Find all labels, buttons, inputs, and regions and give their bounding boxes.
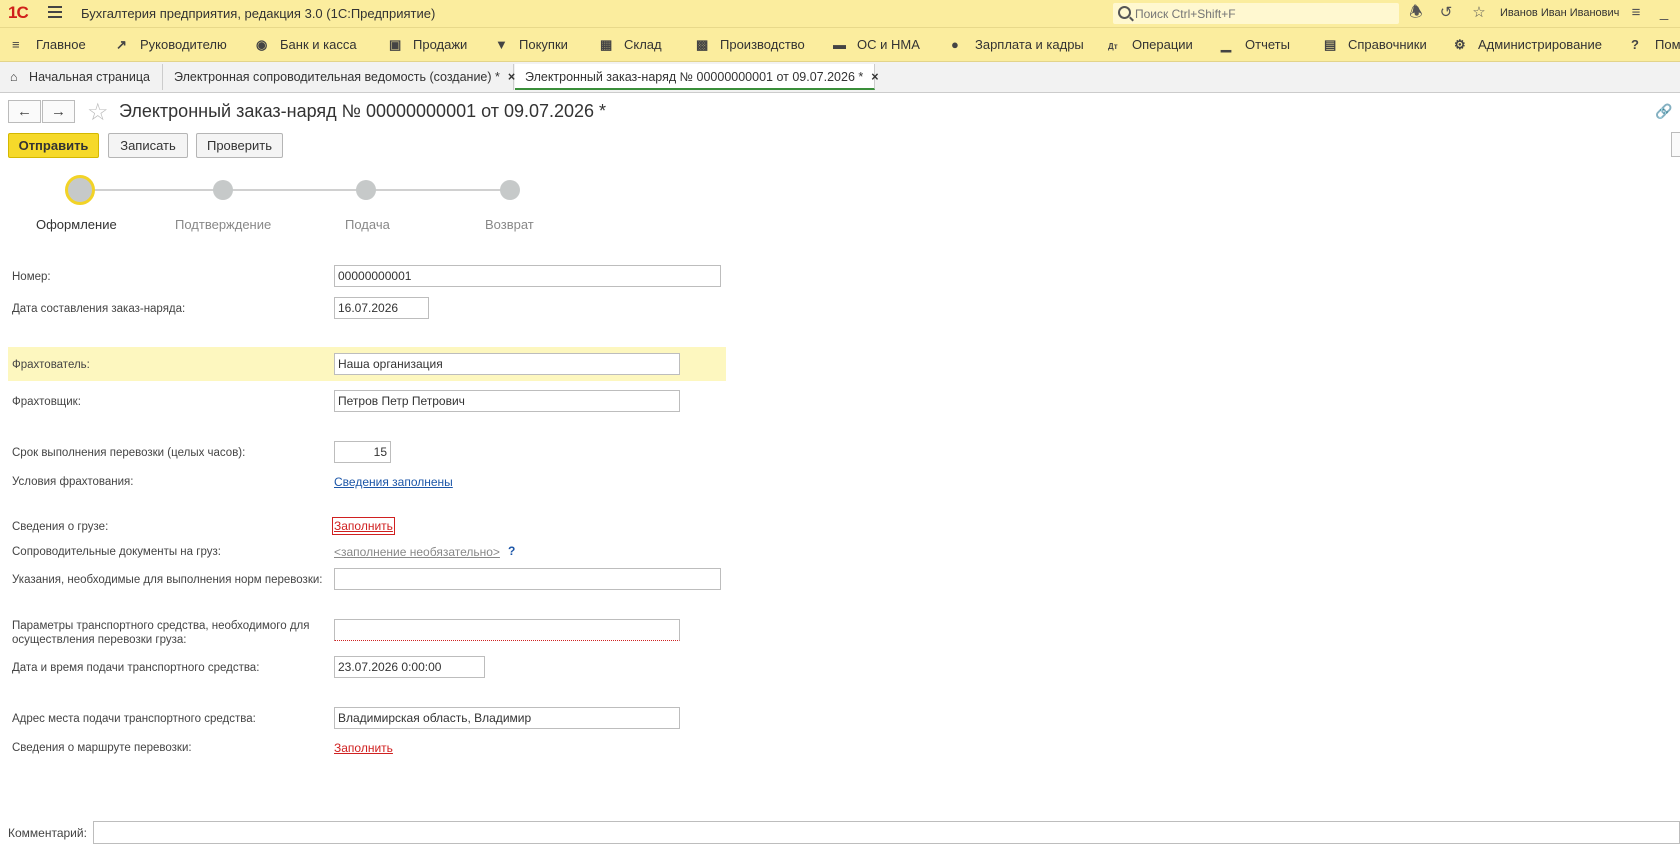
dt-kt-icon: Дт xyxy=(1108,42,1118,51)
global-search[interactable] xyxy=(1113,3,1399,24)
search-icon xyxy=(1118,6,1131,19)
trend-icon: ↗ xyxy=(116,37,127,52)
save-button[interactable]: Записать xyxy=(108,133,188,158)
section-catalogs[interactable]: ▤ Справочники xyxy=(1324,37,1427,53)
term-field[interactable]: 15 xyxy=(334,441,391,463)
carrier-label: Фрахтовщик: xyxy=(12,396,81,408)
step-dot-return[interactable] xyxy=(500,180,520,200)
send-button[interactable]: Отправить xyxy=(8,133,99,158)
delivery-datetime-label: Дата и время подачи транспортного средст… xyxy=(12,662,260,674)
gear-icon: ⚙ xyxy=(1454,37,1466,52)
section-main[interactable]: ≡ Главное xyxy=(12,37,86,52)
charterer-field[interactable]: Наша организация ▾ ⧉ xyxy=(334,353,680,375)
comment-field[interactable] xyxy=(93,821,1680,844)
bag-icon: ▣ xyxy=(389,37,402,52)
hamburger-icon: ≡ xyxy=(12,37,20,52)
section-purchases[interactable]: ▼ Покупки xyxy=(495,37,568,52)
step-dot-submission[interactable] xyxy=(356,180,376,200)
help-icon[interactable]: ? xyxy=(508,544,515,558)
app-title: Бухгалтерия предприятия, редакция 3.0 (1… xyxy=(81,6,436,21)
bell-icon[interactable]: 🕭 xyxy=(1407,4,1425,22)
home-icon: ⌂ xyxy=(10,70,18,84)
step-dot-confirmation[interactable] xyxy=(213,180,233,200)
tab-home[interactable]: ⌂ Начальная страница xyxy=(0,64,163,90)
docs-link[interactable]: <заполнение необязательно> xyxy=(334,545,500,559)
vehicle-params-field[interactable]: … ⧉ xyxy=(334,619,680,641)
books-icon: ▤ xyxy=(1324,37,1337,52)
date-label: Дата составления заказ-наряда: xyxy=(12,303,186,315)
route-fill-link[interactable]: Заполнить xyxy=(334,741,393,755)
minimize-icon[interactable]: _ xyxy=(1655,4,1673,22)
bar-chart-icon: ▁ xyxy=(1221,37,1231,52)
search-input[interactable] xyxy=(1133,5,1397,23)
section-reports[interactable]: ▁ Отчеты xyxy=(1221,37,1290,53)
number-label: Номер: xyxy=(12,271,51,283)
factory-icon: ▩ xyxy=(696,37,709,52)
section-help[interactable]: ? Пом xyxy=(1631,37,1680,52)
instructions-field[interactable] xyxy=(334,568,721,590)
history-icon[interactable]: ↺ xyxy=(1437,4,1455,22)
tab-work-order[interactable]: Электронный заказ-наряд № 00000000001 от… xyxy=(515,64,879,90)
coin-icon: ◉ xyxy=(256,37,268,52)
settings-menu-icon[interactable]: ≡ xyxy=(1627,4,1645,22)
help-icon: ? xyxy=(1631,37,1639,52)
number-field[interactable]: 00000000001 xyxy=(334,265,721,287)
tab-shipping-statement[interactable]: Электронная сопроводительная ведомость (… xyxy=(164,64,515,90)
title-bar: 1С Бухгалтерия предприятия, редакция 3.0… xyxy=(0,0,1680,28)
step-label-return: Возврат xyxy=(485,217,534,232)
section-fixed-assets[interactable]: ▬ ОС и НМА xyxy=(833,37,920,52)
step-label-submission: Подача xyxy=(345,217,390,232)
back-button[interactable]: ← xyxy=(8,100,41,123)
section-sales[interactable]: ▣ Продажи xyxy=(389,37,467,53)
sections-panel: ≡ Главное ↗ Руководителю ◉ Банк и касса ▣ Пр… xyxy=(0,28,1680,62)
section-salary[interactable]: ● Зарплата и кадры xyxy=(951,37,1084,52)
step-label-confirmation: Подтверждение xyxy=(175,217,272,232)
open-windows-tabs: ⌂ Начальная страница Электронная сопрово… xyxy=(0,62,1680,93)
step-label-design: Оформление xyxy=(36,217,117,232)
comment-label: Комментарий: xyxy=(8,826,87,840)
instructions-label: Указания, необходимые для выполнения нор… xyxy=(12,574,323,586)
stepper-line xyxy=(80,189,510,191)
main-menu-icon[interactable] xyxy=(48,6,62,21)
carrier-field[interactable]: Петров Петр Петрович ▾ ⧉ xyxy=(334,390,680,412)
section-bank[interactable]: ◉ Банк и касса xyxy=(256,37,357,53)
vehicle-label: Параметры транспортного средства, необхо… xyxy=(12,620,310,646)
link-icon[interactable]: 🔗 xyxy=(1655,103,1672,120)
truck-icon: ▬ xyxy=(833,37,846,52)
date-field[interactable]: 16.07.2026 ▦ xyxy=(334,297,429,319)
section-manager[interactable]: ↗ Руководителю xyxy=(116,37,227,53)
cart-icon: ▼ xyxy=(495,37,508,52)
more-actions-button[interactable] xyxy=(1671,132,1680,157)
warehouse-icon: ▦ xyxy=(600,37,613,52)
address-field[interactable]: Владимирская область, Владимир ▾ … xyxy=(334,707,680,729)
section-production[interactable]: ▩ Производство xyxy=(696,37,805,53)
route-label: Сведения о маршруте перевозки: xyxy=(12,742,192,754)
app-logo[interactable]: 1С xyxy=(8,3,29,23)
section-administration[interactable]: ⚙ Администрирование xyxy=(1454,37,1602,53)
user-name[interactable]: Иванов Иван Иванович xyxy=(1500,7,1619,19)
address-label: Адрес места подачи транспортного средств… xyxy=(12,713,256,725)
close-tab-icon[interactable]: × xyxy=(871,70,878,84)
cargo-fill-link[interactable]: Заполнить xyxy=(332,517,395,535)
charterer-label: Фрахтователь: xyxy=(12,359,90,371)
favorites-icon[interactable]: ☆ xyxy=(1470,4,1488,22)
conditions-link[interactable]: Сведения заполнены xyxy=(334,475,453,489)
section-warehouse[interactable]: ▦ Склад xyxy=(600,37,662,53)
person-icon: ● xyxy=(951,37,959,52)
step-dot-design[interactable] xyxy=(65,175,95,205)
conditions-label: Условия фрахтования: xyxy=(12,476,134,488)
check-button[interactable]: Проверить xyxy=(196,133,283,158)
term-label: Срок выполнения перевозки (целых часов): xyxy=(12,447,246,459)
section-operations[interactable]: Дт Операции xyxy=(1108,37,1193,52)
docs-label: Сопроводительные документы на груз: xyxy=(12,546,221,558)
form-title: Электронный заказ-наряд № 00000000001 от… xyxy=(119,101,607,121)
cargo-label: Сведения о грузе: xyxy=(12,521,109,533)
favorite-star-icon[interactable]: ☆ xyxy=(87,98,109,127)
forward-button[interactable]: → xyxy=(42,100,75,123)
delivery-datetime-field[interactable]: 23.07.2026 0:00:00 ▦ xyxy=(334,656,485,678)
